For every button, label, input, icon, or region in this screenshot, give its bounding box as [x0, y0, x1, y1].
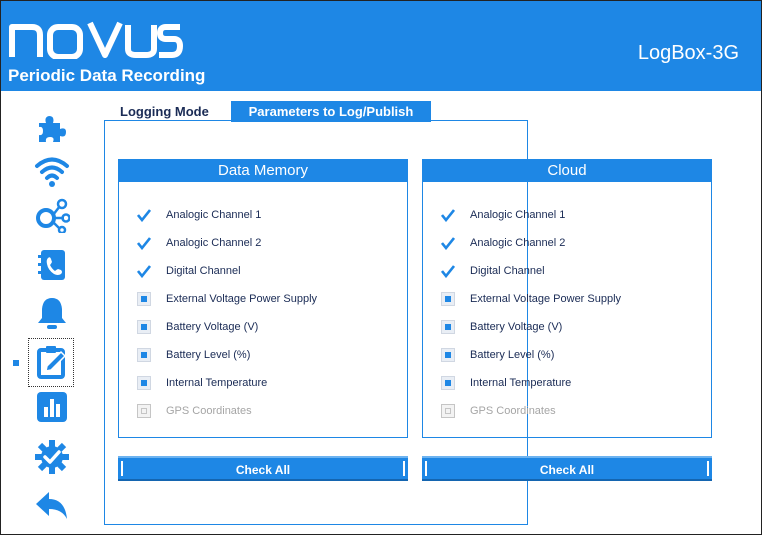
- contact-book-icon[interactable]: [34, 247, 70, 283]
- network-nodes-icon[interactable]: [34, 197, 70, 233]
- check-icon: [440, 237, 456, 251]
- checkbox-disabled: [441, 404, 455, 418]
- gear-check-icon[interactable]: [34, 439, 70, 475]
- check-icon: [440, 265, 456, 279]
- checkbox-label: Analogic Channel 2: [166, 237, 262, 249]
- bell-icon[interactable]: [34, 295, 70, 331]
- checkbox-label: GPS Coordinates: [470, 405, 556, 417]
- checkbox-unchecked[interactable]: [137, 292, 151, 306]
- checkbox-label: Battery Voltage (V): [166, 321, 259, 333]
- data-memory-section: Data Memory Analogic Channel 1 Analogic …: [118, 159, 408, 438]
- checkbox-unchecked[interactable]: [137, 376, 151, 390]
- puzzle-icon[interactable]: [34, 109, 70, 145]
- section-title: Cloud: [423, 160, 711, 182]
- checkbox-unchecked[interactable]: [441, 348, 455, 362]
- checkbox-label: GPS Coordinates: [166, 405, 252, 417]
- checkbox-disabled: [137, 404, 151, 418]
- section-title: Data Memory: [119, 160, 407, 182]
- checkbox-checked[interactable]: [440, 208, 456, 223]
- bar-chart-icon[interactable]: [34, 389, 70, 425]
- checkbox-label: Analogic Channel 1: [166, 209, 262, 221]
- checkbox-label: Analogic Channel 1: [470, 209, 566, 221]
- check-icon: [136, 209, 152, 223]
- checkbox-checked[interactable]: [136, 236, 152, 251]
- check-icon: [136, 237, 152, 251]
- selected-item-focus: [28, 338, 74, 387]
- checkbox-label: Analogic Channel 2: [470, 237, 566, 249]
- page-subtitle: Periodic Data Recording: [8, 66, 206, 85]
- wifi-icon[interactable]: [34, 153, 70, 189]
- checkbox-label: Digital Channel: [470, 265, 545, 277]
- checkbox-checked[interactable]: [440, 264, 456, 279]
- device-name: LogBox-3G: [637, 42, 739, 64]
- selected-item-marker: [13, 360, 19, 366]
- checkbox-label: Battery Voltage (V): [470, 321, 563, 333]
- checkbox-label: Digital Channel: [166, 265, 241, 277]
- checkbox-unchecked[interactable]: [137, 320, 151, 334]
- checkbox-unchecked[interactable]: [441, 320, 455, 334]
- checkbox-checked[interactable]: [136, 264, 152, 279]
- checkbox-unchecked[interactable]: [441, 292, 455, 306]
- check-icon: [136, 265, 152, 279]
- app-header: Periodic Data Recording LogBox-3G: [1, 1, 761, 91]
- app-window: Periodic Data Recording LogBox-3G Loggin…: [0, 0, 762, 535]
- novus-logo: [9, 21, 183, 59]
- cloud-section: Cloud Analogic Channel 1 Analogic Channe…: [422, 159, 712, 438]
- checkbox-checked[interactable]: [440, 236, 456, 251]
- checkbox-checked[interactable]: [136, 208, 152, 223]
- checkbox-label: External Voltage Power Supply: [470, 293, 622, 305]
- checkbox-label: Internal Temperature: [166, 377, 268, 389]
- check-all-button-cloud[interactable]: Check All: [422, 456, 712, 481]
- checkbox-label: Battery Level (%): [166, 349, 251, 361]
- tab-logging-mode[interactable]: Logging Mode: [107, 101, 236, 122]
- check-all-button-data-memory[interactable]: Check All: [118, 456, 408, 481]
- checkbox-label: External Voltage Power Supply: [166, 293, 318, 305]
- checkbox-unchecked[interactable]: [137, 348, 151, 362]
- checkbox-label: Battery Level (%): [470, 349, 555, 361]
- checkbox-unchecked[interactable]: [441, 376, 455, 390]
- back-arrow-icon[interactable]: [34, 487, 70, 523]
- checkbox-label: Internal Temperature: [470, 377, 572, 389]
- check-icon: [440, 209, 456, 223]
- tab-parameters-to-log-publish[interactable]: Parameters to Log/Publish: [231, 101, 431, 122]
